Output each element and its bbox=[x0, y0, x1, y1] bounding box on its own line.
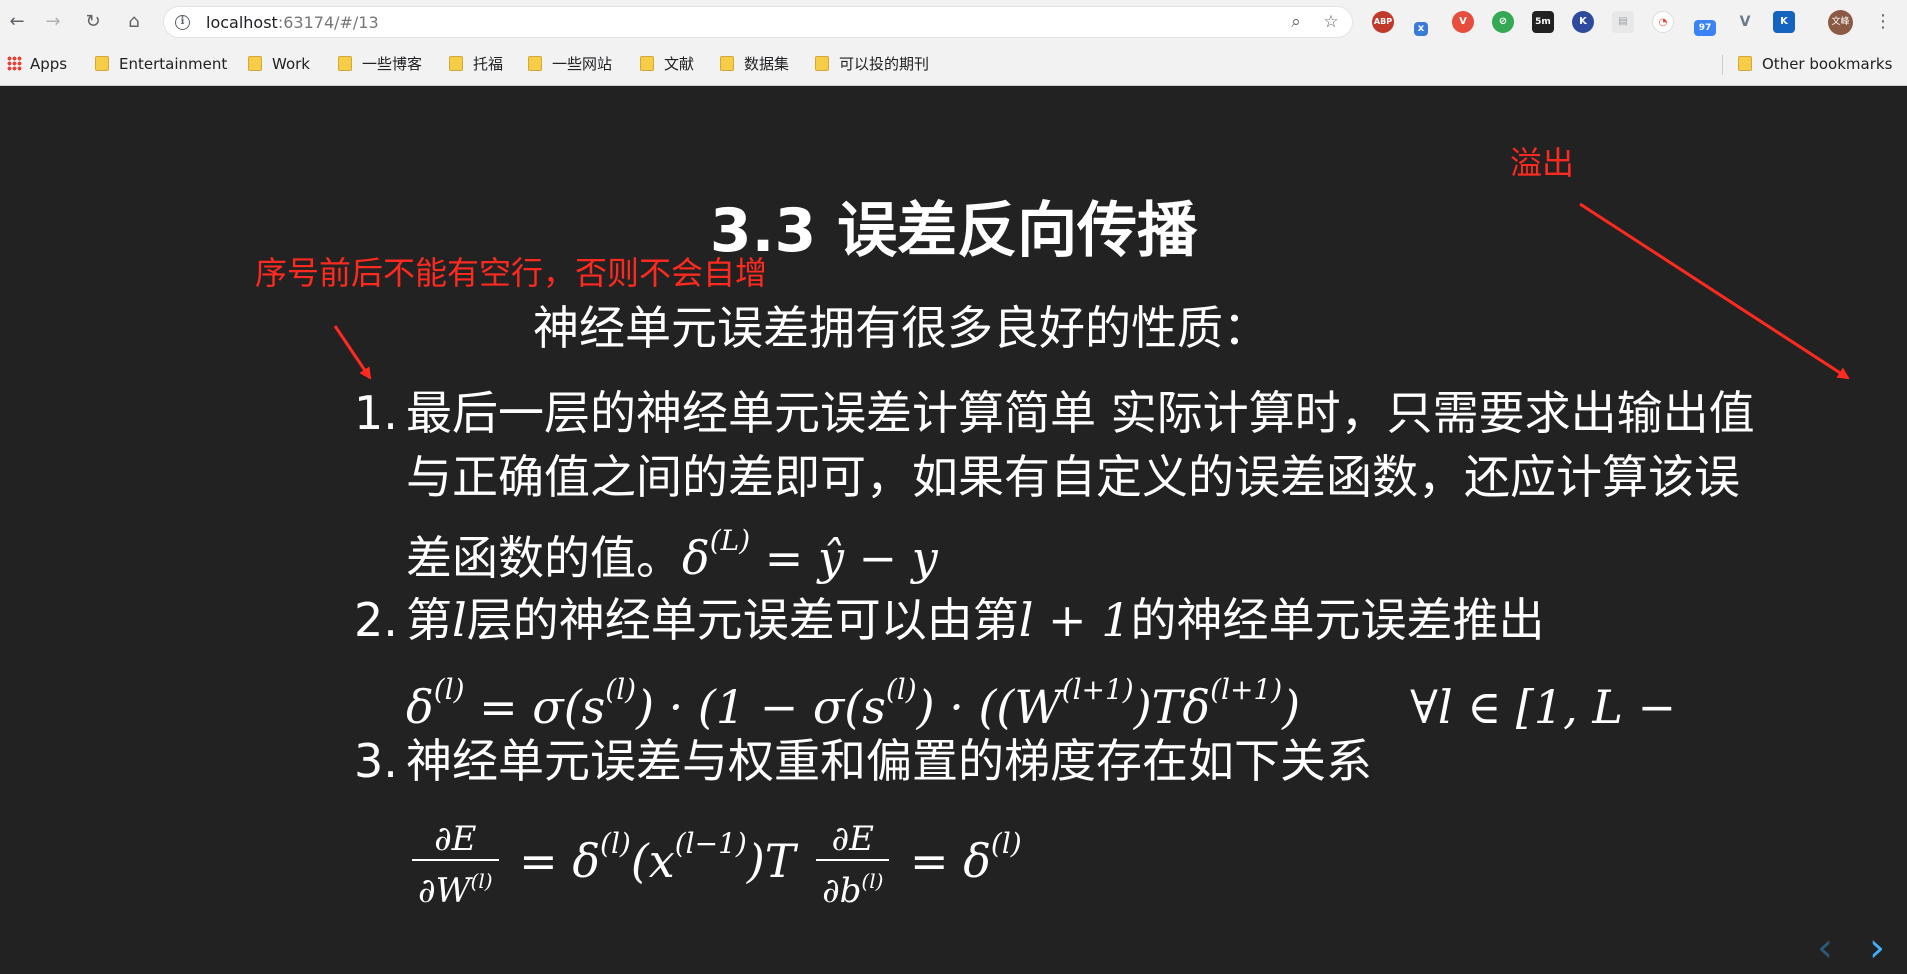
rss-icon[interactable]: 97 bbox=[1694, 20, 1716, 36]
prev-slide-chevron-icon[interactable]: ‹ bbox=[1810, 928, 1840, 968]
numbering-arrow-icon bbox=[333, 325, 372, 380]
bookmark-folder[interactable]: 一些网站 bbox=[528, 54, 612, 74]
browser-chrome: ← → ↻ ⌂ i localhost:63174/#/13 ⌕ ☆ ABP x… bbox=[0, 0, 1907, 86]
vivaldi-icon[interactable]: V bbox=[1452, 11, 1474, 33]
address-bar[interactable]: i localhost:63174/#/13 ⌕ ☆ bbox=[163, 6, 1353, 38]
forward-arrow-icon[interactable]: → bbox=[40, 9, 66, 35]
folder-icon bbox=[1738, 56, 1752, 71]
slide: 3.3 误差反向传播 神经单元误差拥有很多良好的性质： 1. 最后一层的神经单元… bbox=[0, 86, 1907, 974]
home-icon[interactable]: ⌂ bbox=[121, 9, 147, 35]
clock-icon[interactable]: ◔ bbox=[1652, 11, 1674, 33]
browser-toolbar: ← → ↻ ⌂ i localhost:63174/#/13 ⌕ ☆ ABP x… bbox=[0, 0, 1907, 45]
annotation-arrows bbox=[333, 202, 1850, 380]
bookmark-folder[interactable]: Work bbox=[248, 54, 310, 74]
bookmark-apps[interactable]: Apps bbox=[7, 54, 67, 74]
bookmarks-separator bbox=[1722, 55, 1723, 75]
folder-icon bbox=[815, 56, 829, 71]
bookmark-folder[interactable]: 文献 bbox=[640, 54, 694, 74]
overflow-arrow-icon bbox=[1579, 202, 1850, 380]
bookmark-folder[interactable]: Entertainment bbox=[95, 54, 227, 74]
k-circle-icon[interactable]: K bbox=[1572, 11, 1594, 33]
bookmarks-bar: Apps Entertainment Work 一些博客 托福 一些网站 文献 … bbox=[0, 47, 1907, 81]
folder-icon bbox=[449, 56, 463, 71]
k-square-icon[interactable]: K bbox=[1773, 11, 1795, 33]
reload-icon[interactable]: ↻ bbox=[80, 9, 106, 35]
profile-avatar[interactable]: 文峰 bbox=[1828, 10, 1853, 35]
info-icon[interactable]: i bbox=[175, 15, 190, 30]
extension-x-icon[interactable]: x bbox=[1414, 22, 1428, 36]
folder-icon bbox=[95, 56, 109, 71]
back-arrow-icon[interactable]: ← bbox=[4, 9, 30, 35]
bookmark-folder[interactable]: 托福 bbox=[449, 54, 503, 74]
folder-icon bbox=[720, 56, 734, 71]
timer-icon[interactable]: 5m bbox=[1532, 11, 1554, 33]
folder-icon bbox=[528, 56, 542, 71]
bookmark-other[interactable]: Other bookmarks bbox=[1738, 54, 1892, 74]
apps-grid-icon bbox=[7, 56, 22, 71]
vue-devtools-icon[interactable]: V bbox=[1734, 11, 1756, 33]
bookmark-folder[interactable]: 一些博客 bbox=[338, 54, 422, 74]
next-slide-chevron-icon[interactable]: › bbox=[1862, 928, 1892, 968]
folder-icon bbox=[248, 56, 262, 71]
bookmark-folder[interactable]: 数据集 bbox=[720, 54, 789, 74]
compass-icon[interactable]: ⊘ bbox=[1492, 11, 1514, 33]
folder-icon bbox=[640, 56, 654, 71]
url-text[interactable]: localhost:63174/#/13 bbox=[206, 13, 379, 32]
adblock-icon[interactable]: ABP bbox=[1372, 11, 1394, 33]
bookmark-star-icon[interactable]: ☆ bbox=[1320, 11, 1342, 33]
folder-icon bbox=[338, 56, 352, 71]
bookmark-folder[interactable]: 可以投的期刊 bbox=[815, 54, 929, 74]
document-icon[interactable]: ▤ bbox=[1612, 11, 1634, 33]
menu-dots-icon[interactable]: ⋮ bbox=[1874, 9, 1892, 35]
zoom-icon[interactable]: ⌕ bbox=[1285, 11, 1307, 33]
